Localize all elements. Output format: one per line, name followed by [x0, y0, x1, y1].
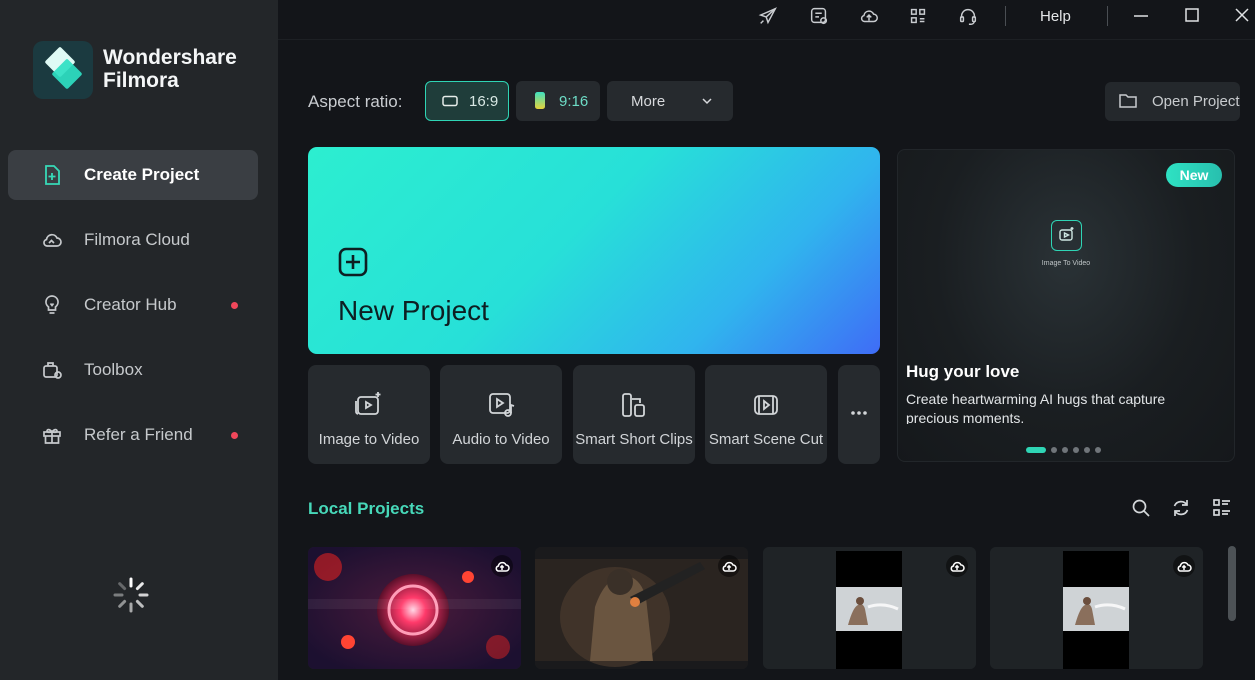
sidebar: Wondershare Filmora Create Project Filmo…	[0, 0, 278, 680]
sidebar-item-create-project[interactable]: Create Project	[8, 150, 258, 200]
toolbox-icon	[43, 362, 62, 379]
close-icon[interactable]	[1231, 4, 1253, 26]
carousel-dot[interactable]	[1073, 447, 1079, 453]
sidebar-item-refer-a-friend[interactable]: Refer a Friend	[8, 410, 258, 460]
smart-short-clips-icon	[622, 393, 645, 417]
aspect-ratio-16-9-button[interactable]: 16:9	[425, 81, 509, 121]
image-to-video-icon	[1051, 220, 1082, 251]
audio-to-video-icon	[489, 393, 515, 417]
add-file-icon	[45, 165, 60, 185]
notification-dot	[231, 302, 238, 309]
promo-banner[interactable]: New Image To Video Hug your love Create …	[897, 149, 1235, 462]
headset-icon[interactable]	[957, 5, 979, 27]
help-menu[interactable]: Help	[1040, 8, 1071, 25]
new-badge: New	[1166, 163, 1222, 187]
maximize-icon[interactable]	[1181, 4, 1203, 26]
title-bar: Help	[278, 0, 1255, 40]
minimize-icon[interactable]	[1130, 5, 1152, 27]
project-thumbnail[interactable]	[763, 547, 976, 669]
separator	[1005, 6, 1006, 26]
new-project-button[interactable]: New Project	[308, 147, 880, 354]
red-sphere-thumbnail	[308, 547, 521, 669]
carousel-dot[interactable]	[1095, 447, 1101, 453]
carousel-dot[interactable]	[1026, 447, 1046, 453]
project-thumbnail[interactable]	[535, 547, 748, 669]
refresh-icon[interactable]	[1170, 497, 1192, 519]
carousel-dot[interactable]	[1051, 447, 1057, 453]
audio-to-video-button[interactable]: Audio to Video	[440, 365, 562, 464]
carousel-dot[interactable]	[1084, 447, 1090, 453]
add-square-icon	[338, 247, 368, 277]
image-to-video-button[interactable]: Image to Video	[308, 365, 430, 464]
smart-scene-cut-button[interactable]: Smart Scene Cut	[705, 365, 827, 464]
scrollbar[interactable]	[1228, 546, 1236, 621]
more-tools-button[interactable]	[838, 365, 880, 464]
notification-dot	[231, 432, 238, 439]
list-view-icon[interactable]	[1211, 497, 1233, 519]
loading-spinner-icon	[113, 577, 149, 613]
portrait-video-thumbnail	[763, 547, 976, 669]
open-project-button[interactable]: Open Project	[1105, 82, 1240, 121]
promo-title: Hug your love	[906, 362, 1020, 381]
chevron-down-icon	[702, 98, 712, 105]
promo-description: Create heartwarming AI hugs that capture…	[906, 391, 1166, 424]
aspect-ratio-9-16-button[interactable]: 9:16	[516, 81, 600, 121]
sidebar-item-creator-hub[interactable]: Creator Hub	[8, 280, 258, 330]
landscape-icon	[442, 95, 458, 107]
cloud-upload-icon[interactable]	[491, 555, 513, 577]
separator	[1107, 6, 1108, 26]
more-dots-icon	[851, 411, 867, 415]
cloud-icon	[43, 233, 62, 247]
cloud-upload-icon[interactable]	[1173, 555, 1195, 577]
search-icon[interactable]	[1130, 497, 1152, 519]
carousel-indicators	[1026, 447, 1101, 453]
local-projects-title: Local Projects	[308, 499, 425, 518]
filmora-logo	[33, 41, 93, 99]
smart-scene-cut-icon	[754, 395, 778, 415]
lightbulb-icon	[45, 295, 59, 314]
sidebar-item-toolbox[interactable]: Toolbox	[8, 345, 258, 395]
more-aspect-ratios-dropdown[interactable]: More	[607, 81, 733, 121]
portrait-icon	[535, 92, 545, 109]
feedback-icon[interactable]	[808, 5, 830, 27]
carousel-dot[interactable]	[1062, 447, 1068, 453]
project-thumbnail[interactable]	[990, 547, 1203, 669]
portrait-video-thumbnail	[990, 547, 1203, 669]
send-icon[interactable]	[757, 5, 779, 27]
sidebar-item-filmora-cloud[interactable]: Filmora Cloud	[8, 215, 258, 265]
cloud-upload-icon[interactable]	[946, 555, 968, 577]
cloud-upload-icon[interactable]	[718, 555, 740, 577]
brand-name: Wondershare Filmora	[103, 46, 237, 92]
smart-short-clips-button[interactable]: Smart Short Clips	[573, 365, 695, 464]
project-thumbnail[interactable]	[308, 547, 521, 669]
aspect-ratio-label: Aspect ratio:	[308, 92, 403, 111]
grid-icon[interactable]	[907, 5, 929, 27]
gift-icon	[43, 428, 61, 444]
cloud-upload-icon[interactable]	[858, 5, 880, 27]
folder-icon	[1119, 94, 1137, 108]
image-to-video-icon	[355, 392, 381, 415]
soldier-thumbnail	[535, 547, 748, 669]
